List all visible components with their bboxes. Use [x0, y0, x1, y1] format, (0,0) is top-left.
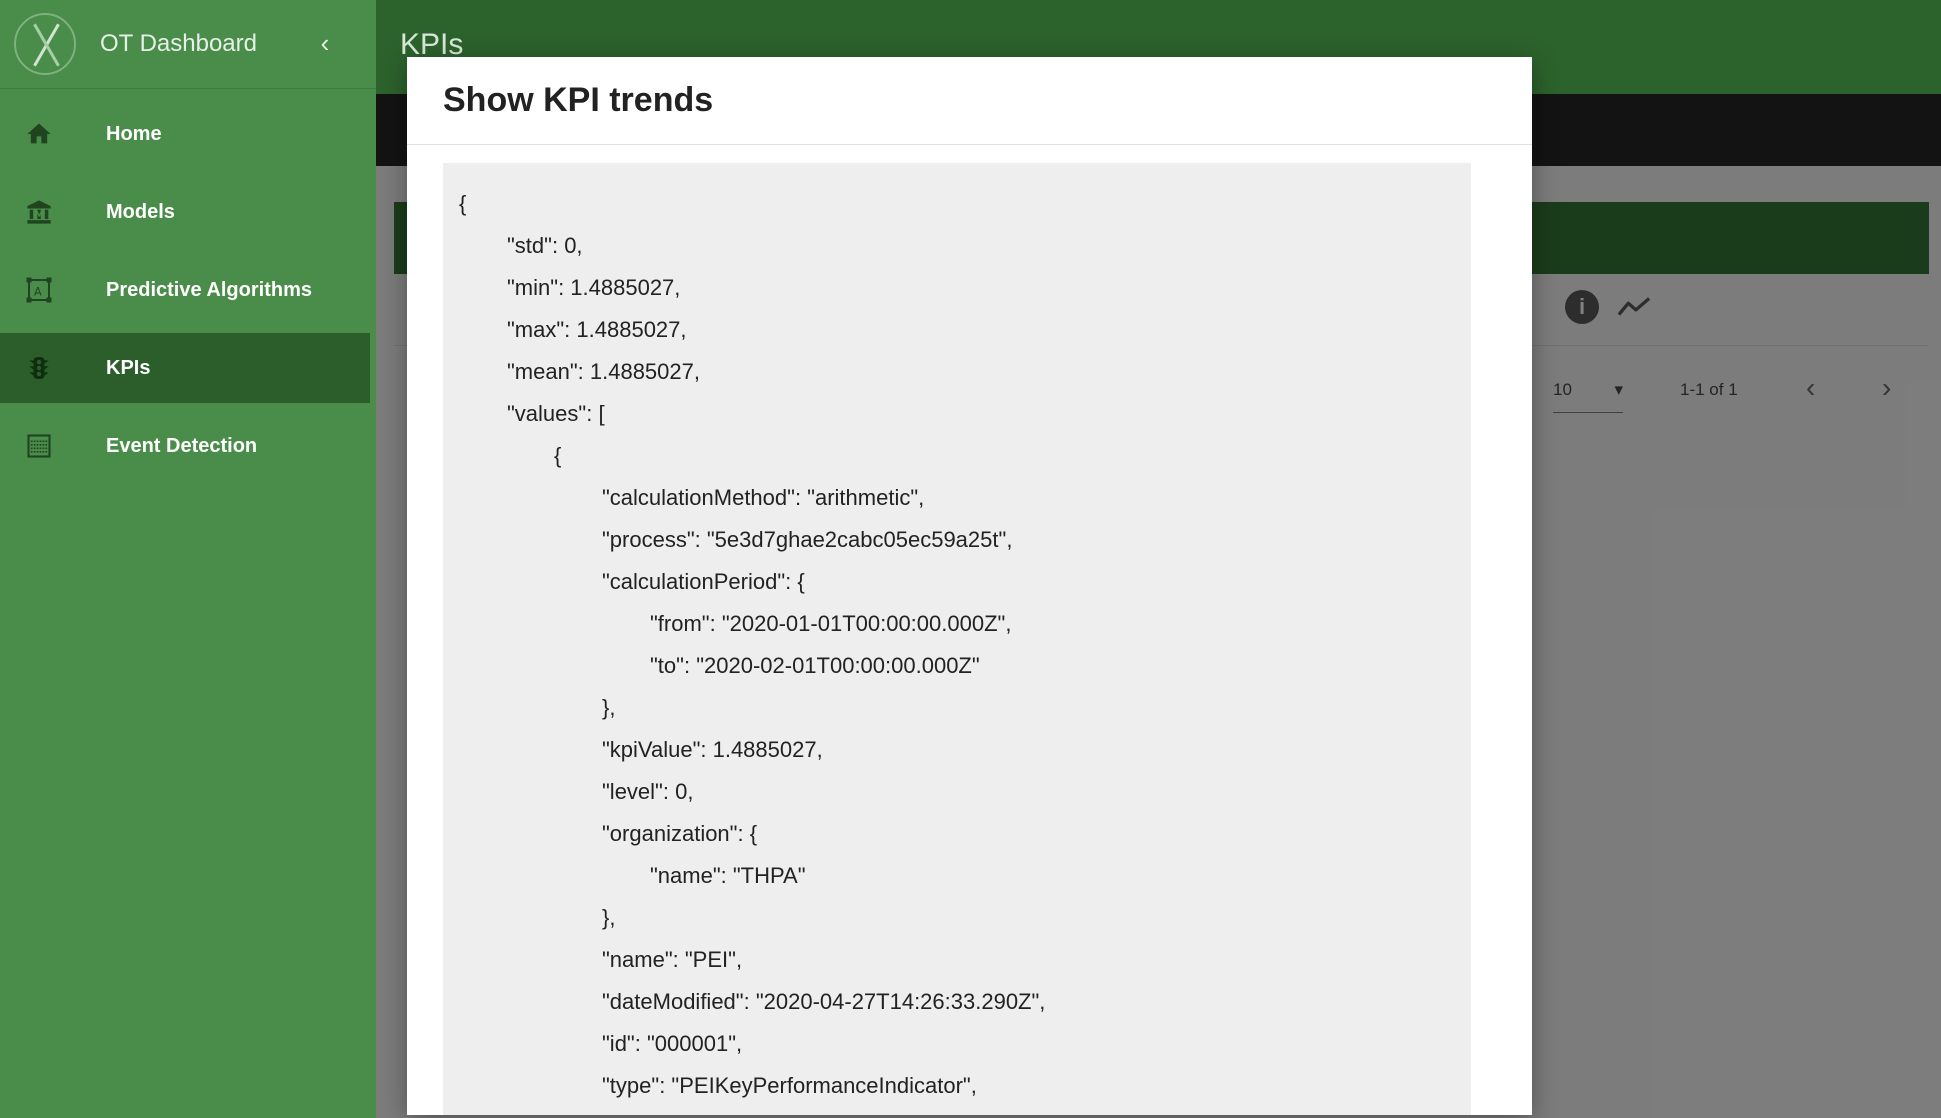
json-line: "dateModified": "2020-04-27T14:26:33.290… [602, 989, 1046, 1014]
json-line: "type": "PEIKeyPerformanceIndicator", [602, 1073, 977, 1098]
json-line: "mean": 1.4885027, [507, 359, 700, 384]
json-line: "level": 0, [602, 779, 694, 804]
dialog-header: Show KPI trends [407, 57, 1532, 145]
json-line: "std": 0, [507, 233, 583, 258]
sidebar-item-label: KPIs [106, 356, 151, 379]
json-line: "process": "5e3d7ghae2cabc05ec59a25t", [602, 527, 1013, 552]
grid-icon [24, 431, 54, 461]
svg-text:M: M [35, 210, 44, 221]
json-line: "max": 1.4885027, [507, 317, 687, 342]
sidebar-item-label: Home [106, 122, 162, 145]
museum-icon: M [24, 197, 54, 227]
sidebar-item-event-detection[interactable]: Event Detection [0, 411, 370, 481]
sidebar-item-predictive-algorithms[interactable]: A Predictive Algorithms [0, 255, 370, 325]
dialog-title: Show KPI trends [443, 81, 714, 119]
json-line: "organization": { [602, 821, 758, 846]
json-line: }, [602, 695, 616, 720]
sidebar-header: OT Dashboard ‹ [0, 0, 376, 89]
kpi-trends-dialog: Show KPI trends { "std": 0, "min": 1.48850… [407, 57, 1532, 1115]
json-line: "kpiValue": 1.4885027, [602, 737, 823, 762]
sidebar: OT Dashboard ‹ Home M Models A Predictiv… [0, 0, 376, 1118]
svg-text:A: A [34, 286, 42, 299]
json-line: }, [602, 905, 616, 930]
json-line: "min": 1.4885027, [507, 275, 681, 300]
app-logo [14, 13, 76, 75]
json-line: "name": "THPA" [650, 863, 806, 888]
app-title: OT Dashboard [100, 30, 257, 57]
sidebar-item-label: Event Detection [106, 434, 258, 457]
sidebar-item-models[interactable]: M Models [0, 177, 370, 247]
home-icon [24, 119, 54, 149]
sidebar-item-kpis[interactable]: KPIs [0, 333, 370, 403]
chevron-left-icon[interactable]: ‹ [312, 28, 338, 58]
traffic-light-icon [24, 353, 54, 383]
json-line: { [554, 443, 562, 468]
json-line: "values": [ [507, 401, 605, 426]
sidebar-item-home[interactable]: Home [0, 99, 370, 169]
json-line: "to": "2020-02-01T00:00:00.000Z" [650, 653, 980, 678]
sidebar-item-label: Predictive Algorithms [106, 278, 312, 301]
json-line: "from": "2020-01-01T00:00:00.000Z", [650, 611, 1012, 636]
sidebar-nav: Home M Models A Predictive Algorithms KP… [0, 89, 376, 481]
algorithm-icon: A [24, 275, 54, 305]
json-line: "calculationPeriod": { [602, 569, 805, 594]
json-line: "name": "PEI", [602, 947, 743, 972]
json-line: "calculationMethod": "arithmetic", [602, 485, 925, 510]
json-line: { [459, 191, 467, 216]
json-viewer: { "std": 0, "min": 1.4885027, "max": 1.4885… [443, 163, 1471, 1115]
sidebar-item-label: Models [106, 200, 175, 223]
json-line: "id": "000001", [602, 1031, 743, 1056]
